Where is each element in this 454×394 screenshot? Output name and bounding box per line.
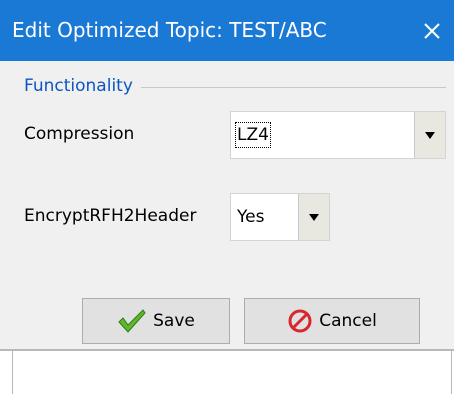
close-button[interactable]	[410, 0, 454, 61]
cancel-button[interactable]: Cancel	[244, 298, 420, 344]
save-button[interactable]: Save	[82, 298, 230, 344]
encrypt-rfh2-header-value: Yes	[237, 207, 265, 227]
compression-label: Compression	[24, 124, 135, 144]
dialog-body: Functionality Compression LZ4 EncryptRFH…	[0, 61, 454, 349]
cancel-button-label: Cancel	[319, 311, 377, 331]
compression-value: LZ4	[235, 122, 271, 148]
close-icon	[424, 22, 440, 39]
encrypt-rfh2-header-select[interactable]: Yes	[230, 193, 330, 241]
save-button-label: Save	[153, 311, 195, 331]
status-bar-right-edge	[451, 351, 452, 394]
title-bar[interactable]: Edit Optimized Topic: TEST/ABC	[0, 0, 454, 61]
no-entry-icon	[288, 309, 312, 333]
encrypt-rfh2-header-dropdown-button[interactable]	[298, 194, 329, 240]
window-title: Edit Optimized Topic: TEST/ABC	[12, 18, 327, 42]
compression-dropdown-button[interactable]	[414, 112, 445, 158]
compression-select[interactable]: LZ4	[230, 111, 446, 159]
checkmark-icon	[118, 309, 146, 333]
edit-topic-dialog: Edit Optimized Topic: TEST/ABC Functiona…	[0, 0, 454, 394]
group-label-functionality: Functionality	[24, 75, 141, 97]
status-bar-left-edge	[12, 351, 13, 394]
status-bar	[0, 349, 454, 394]
chevron-down-icon	[425, 131, 435, 139]
encrypt-rfh2-header-label: EncryptRFH2Header	[24, 206, 197, 226]
status-bar-separator	[0, 349, 454, 351]
chevron-down-icon	[309, 213, 319, 221]
